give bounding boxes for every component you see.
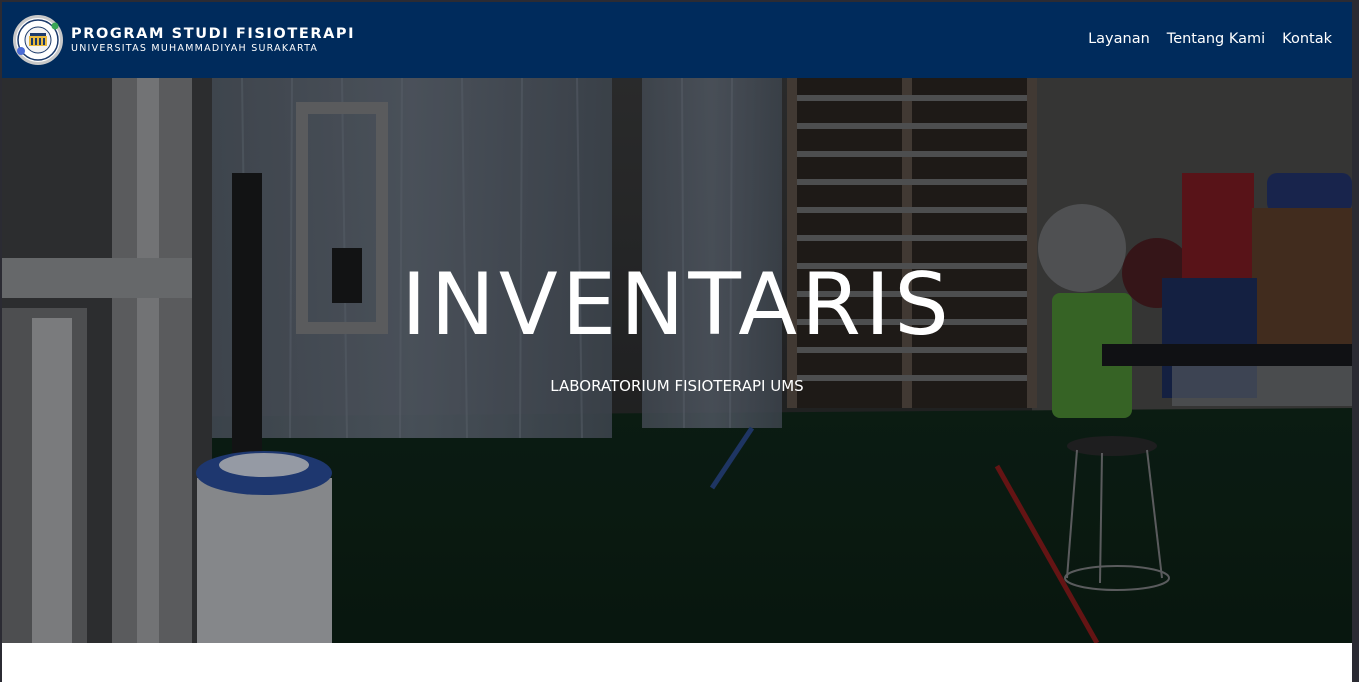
hero-subtitle: LABORATORIUM FISIOTERAPI UMS (550, 377, 804, 395)
navbar: PROGRAM STUDI FISIOTERAPI UNIVERSITAS MU… (2, 2, 1352, 78)
nav-item-tentang-kami[interactable]: Tentang Kami (1167, 31, 1265, 47)
brand-subtitle: UNIVERSITAS MUHAMMADIYAH SURAKARTA (71, 42, 319, 54)
brand-link[interactable]: PROGRAM STUDI FISIOTERAPI UNIVERSITAS MU… (13, 14, 355, 66)
hero-title: INVENTARIS (401, 255, 953, 355)
nav-item-layanan[interactable]: Layanan (1088, 31, 1150, 47)
browser-viewport: PROGRAM STUDI FISIOTERAPI UNIVERSITAS MU… (2, 2, 1352, 682)
nav-menu: Layanan Tentang Kami Kontak (1088, 31, 1332, 47)
content-area (2, 643, 1352, 682)
hero-dark-overlay (2, 78, 1352, 643)
fisioterapi-logo-icon (13, 15, 63, 65)
nav-item-kontak[interactable]: Kontak (1282, 31, 1332, 47)
hero-banner: INVENTARIS LABORATORIUM FISIOTERAPI UMS (2, 78, 1352, 643)
brand-title: PROGRAM STUDI FISIOTERAPI (71, 25, 356, 42)
